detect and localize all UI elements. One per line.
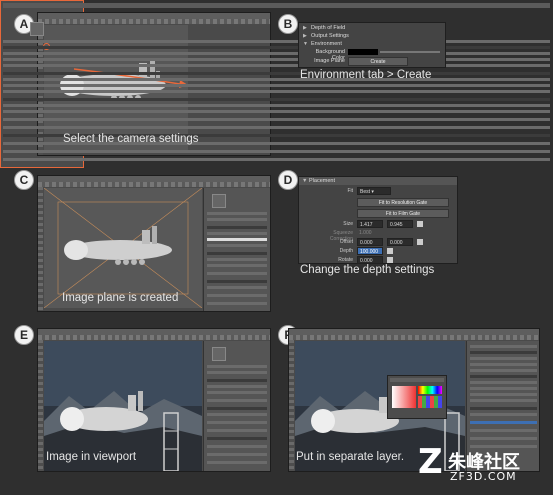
row-environment[interactable]: ▼ Environment	[299, 40, 445, 48]
row-depth-of-field[interactable]: ▶ Depth of Field	[299, 24, 445, 32]
rotate-link-icon[interactable]	[387, 257, 393, 263]
offset-y-field[interactable]: 0.000	[387, 238, 413, 246]
swatches[interactable]	[418, 396, 442, 408]
camera-icon	[30, 22, 44, 36]
attribute-editor-c[interactable]	[203, 188, 270, 311]
row-output-settings[interactable]: ▶ Output Settings	[299, 32, 445, 40]
squeeze-correction-value: 1.000	[359, 230, 372, 236]
background-color-swatch[interactable]	[348, 49, 378, 55]
tool-box[interactable]	[38, 340, 43, 471]
watermark-logo: Z 朱峰社区 ZF3D.COM	[418, 442, 520, 483]
offset-x-field[interactable]: 0.000	[357, 238, 383, 246]
depth-field[interactable]: 100.000	[357, 247, 383, 255]
caption-d: Change the depth settings	[300, 264, 435, 276]
shelf[interactable]	[38, 335, 270, 340]
caption-c: Image plane is created	[62, 292, 179, 304]
attribute-editor-e[interactable]	[203, 341, 270, 471]
fit-film-gate-button[interactable]: Fit to Film Gate	[357, 209, 449, 218]
fit-dropdown[interactable]: Best ▾	[357, 187, 391, 195]
tool-box[interactable]	[289, 340, 294, 471]
fit-label: Fit	[347, 188, 353, 194]
placement-panel: ▼ Placement Fit Best ▾ Fit to Resolution …	[298, 176, 458, 264]
fit-resolution-gate-button[interactable]: Fit to Resolution Gate	[357, 198, 449, 207]
depth-link-icon[interactable]	[387, 248, 393, 254]
badge-e: E	[14, 325, 34, 345]
size-x-field[interactable]: 1.417	[357, 220, 383, 228]
placement-header[interactable]: ▼ Placement	[299, 177, 457, 185]
badge-d: D	[278, 170, 298, 190]
image-plane-icon	[212, 194, 226, 208]
caption-a: Select the camera settings	[63, 133, 199, 145]
background-color-slider[interactable]	[380, 51, 440, 53]
shelf[interactable]	[38, 19, 270, 24]
color-picker-dialog[interactable]	[387, 375, 447, 419]
rotate-field[interactable]: 0.000	[357, 256, 383, 264]
watermark-sub: ZF3D.COM	[450, 470, 517, 483]
shelf[interactable]	[38, 182, 270, 187]
badge-b: B	[278, 14, 298, 34]
image-plane-icon	[212, 347, 226, 361]
rotate-label: Rotate	[338, 257, 353, 263]
caption-b: Environment tab > Create	[300, 69, 432, 81]
image-plane-label: Image Plane	[314, 58, 345, 64]
color-field[interactable]	[392, 386, 416, 408]
caption-f: Put in separate layer.	[296, 451, 405, 463]
create-button[interactable]: Create	[348, 57, 408, 66]
caption-e: Image in viewport	[46, 451, 137, 463]
badge-c: C	[14, 170, 34, 190]
offset-link-icon[interactable]	[417, 239, 423, 245]
image-plane-model	[44, 188, 202, 308]
size-label: Size	[343, 221, 353, 227]
link-icon[interactable]	[417, 221, 423, 227]
hue-strip[interactable]	[418, 386, 442, 394]
depth-label: Depth	[339, 248, 353, 254]
environment-tab-panel: ▶ Depth of Field ▶ Output Settings ▼ Enviro…	[298, 22, 446, 68]
offset-label: Offset	[339, 239, 353, 245]
size-y-field[interactable]: 0.945	[387, 220, 413, 228]
tool-box[interactable]	[38, 187, 43, 311]
viewport[interactable]	[44, 188, 202, 308]
shelf[interactable]	[289, 335, 539, 340]
